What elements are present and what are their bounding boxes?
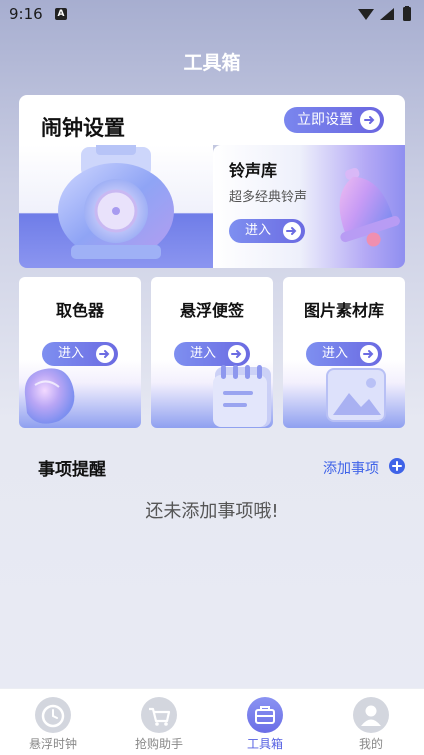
image-library-art-icon bbox=[326, 368, 386, 422]
ringtone-library-subtitle: 超多经典铃声 bbox=[229, 190, 308, 205]
nav-item-shopping-helper[interactable]: 抢购助手 bbox=[106, 689, 212, 755]
ringtone-library-panel[interactable]: 铃声库 超多经典铃声 进入 bbox=[213, 145, 405, 268]
plus-icon[interactable] bbox=[389, 458, 405, 474]
arrow-right-icon bbox=[228, 345, 246, 363]
floating-note-enter-button[interactable]: 进入 bbox=[174, 342, 250, 366]
alarm-clock-art-icon bbox=[58, 145, 174, 259]
arrow-right-icon bbox=[360, 110, 380, 130]
signal-battery-icon bbox=[358, 6, 411, 21]
reminders-title: 事项提醒 bbox=[38, 460, 106, 480]
bottom-nav: 悬浮时钟 抢购助手 工具箱 我的 bbox=[0, 688, 424, 755]
status-bar: 9:16 A bbox=[0, 0, 424, 28]
profile-icon bbox=[353, 697, 389, 733]
ringtone-enter-button[interactable]: 进入 bbox=[229, 219, 305, 243]
nav-item-floating-clock[interactable]: 悬浮时钟 bbox=[0, 689, 106, 755]
page-title: 工具箱 bbox=[183, 52, 241, 74]
status-time: 9:16 bbox=[9, 5, 43, 23]
nav-item-toolbox[interactable]: 工具箱 bbox=[212, 689, 318, 755]
enter-label: 进入 bbox=[245, 223, 272, 238]
add-reminder-link[interactable]: 添加事项 bbox=[323, 458, 379, 478]
alarm-settings-card: 闹钟设置 立即设置 铃声库 超多经典铃声 进入 bbox=[19, 95, 405, 268]
alarm-clock-icon bbox=[35, 697, 71, 733]
nav-label: 抢购助手 bbox=[134, 737, 183, 751]
set-now-button[interactable]: 立即设置 bbox=[284, 107, 384, 133]
image-library-card[interactable]: 图片素材库 进入 bbox=[283, 277, 405, 428]
enter-label: 进入 bbox=[322, 346, 349, 361]
color-picker-art-icon bbox=[24, 368, 75, 424]
nav-label: 悬浮时钟 bbox=[28, 737, 77, 751]
floating-note-title: 悬浮便签 bbox=[179, 301, 244, 320]
color-picker-enter-button[interactable]: 进入 bbox=[42, 342, 118, 366]
bell-art-icon bbox=[339, 167, 400, 247]
enter-label: 进入 bbox=[190, 346, 217, 361]
arrow-right-icon bbox=[283, 222, 301, 240]
enter-label: 进入 bbox=[58, 346, 85, 361]
notepad-art-icon bbox=[213, 365, 271, 427]
nav-label: 工具箱 bbox=[246, 737, 283, 751]
toolbox-icon bbox=[247, 697, 283, 733]
arrow-right-icon bbox=[96, 345, 114, 363]
color-picker-card[interactable]: 取色器 进入 bbox=[19, 277, 141, 428]
nav-item-profile[interactable]: 我的 bbox=[318, 689, 424, 755]
nav-label: 我的 bbox=[358, 737, 383, 751]
image-library-enter-button[interactable]: 进入 bbox=[306, 342, 382, 366]
color-picker-title: 取色器 bbox=[55, 301, 104, 320]
image-library-title: 图片素材库 bbox=[303, 301, 384, 320]
set-now-label: 立即设置 bbox=[297, 112, 353, 128]
ringtone-library-title: 铃声库 bbox=[229, 161, 278, 180]
floating-note-card[interactable]: 悬浮便签 进入 bbox=[151, 277, 273, 428]
empty-reminders-text: 还未添加事项哦! bbox=[145, 501, 279, 522]
alarm-settings-title: 闹钟设置 bbox=[41, 116, 125, 140]
notification-icon: A bbox=[55, 8, 67, 20]
cart-icon bbox=[141, 697, 177, 733]
arrow-right-icon bbox=[360, 345, 378, 363]
